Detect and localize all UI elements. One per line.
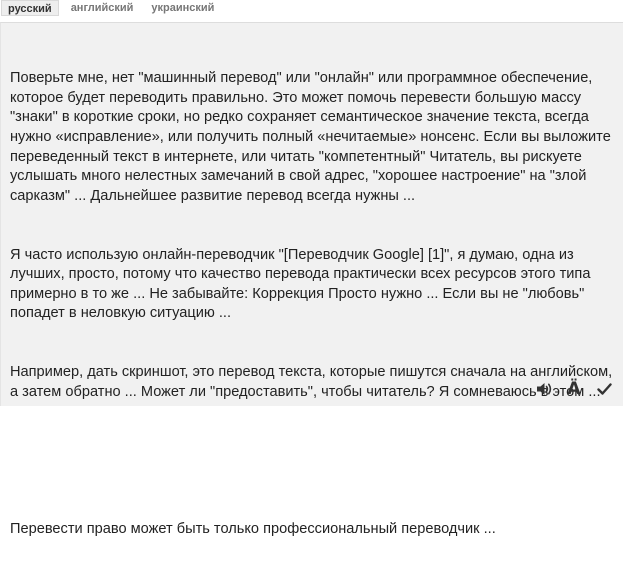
final-line: Перевести право может быть только профес… (10, 520, 496, 537)
tab-ukrainian[interactable]: украинский (145, 0, 220, 16)
confirm-button[interactable] (595, 380, 613, 398)
paragraph-2: Я часто использую онлайн-переводчик "[Пе… (10, 246, 595, 322)
tab-english[interactable]: английский (65, 0, 140, 16)
paragraph-1: Поверьте мне, нет "машинный перевод" или… (10, 70, 615, 204)
speaker-icon (536, 381, 553, 397)
transliteration-button[interactable]: Ä (565, 380, 583, 398)
checkmark-icon (596, 382, 612, 396)
paragraph-3: Например, дать скриншот, это перевод тек… (10, 364, 617, 400)
listen-button[interactable] (535, 380, 553, 398)
translation-panel: Поверьте мне, нет "машинный перевод" или… (0, 22, 623, 537)
language-tabs: русский английский украинский (0, 0, 623, 18)
transliteration-icon: Ä (567, 379, 581, 399)
tab-russian[interactable]: русский (1, 0, 59, 16)
blank-space (10, 441, 616, 480)
result-toolbar: Ä (535, 380, 613, 398)
translation-text: Поверьте мне, нет "машинный перевод" или… (10, 30, 616, 578)
